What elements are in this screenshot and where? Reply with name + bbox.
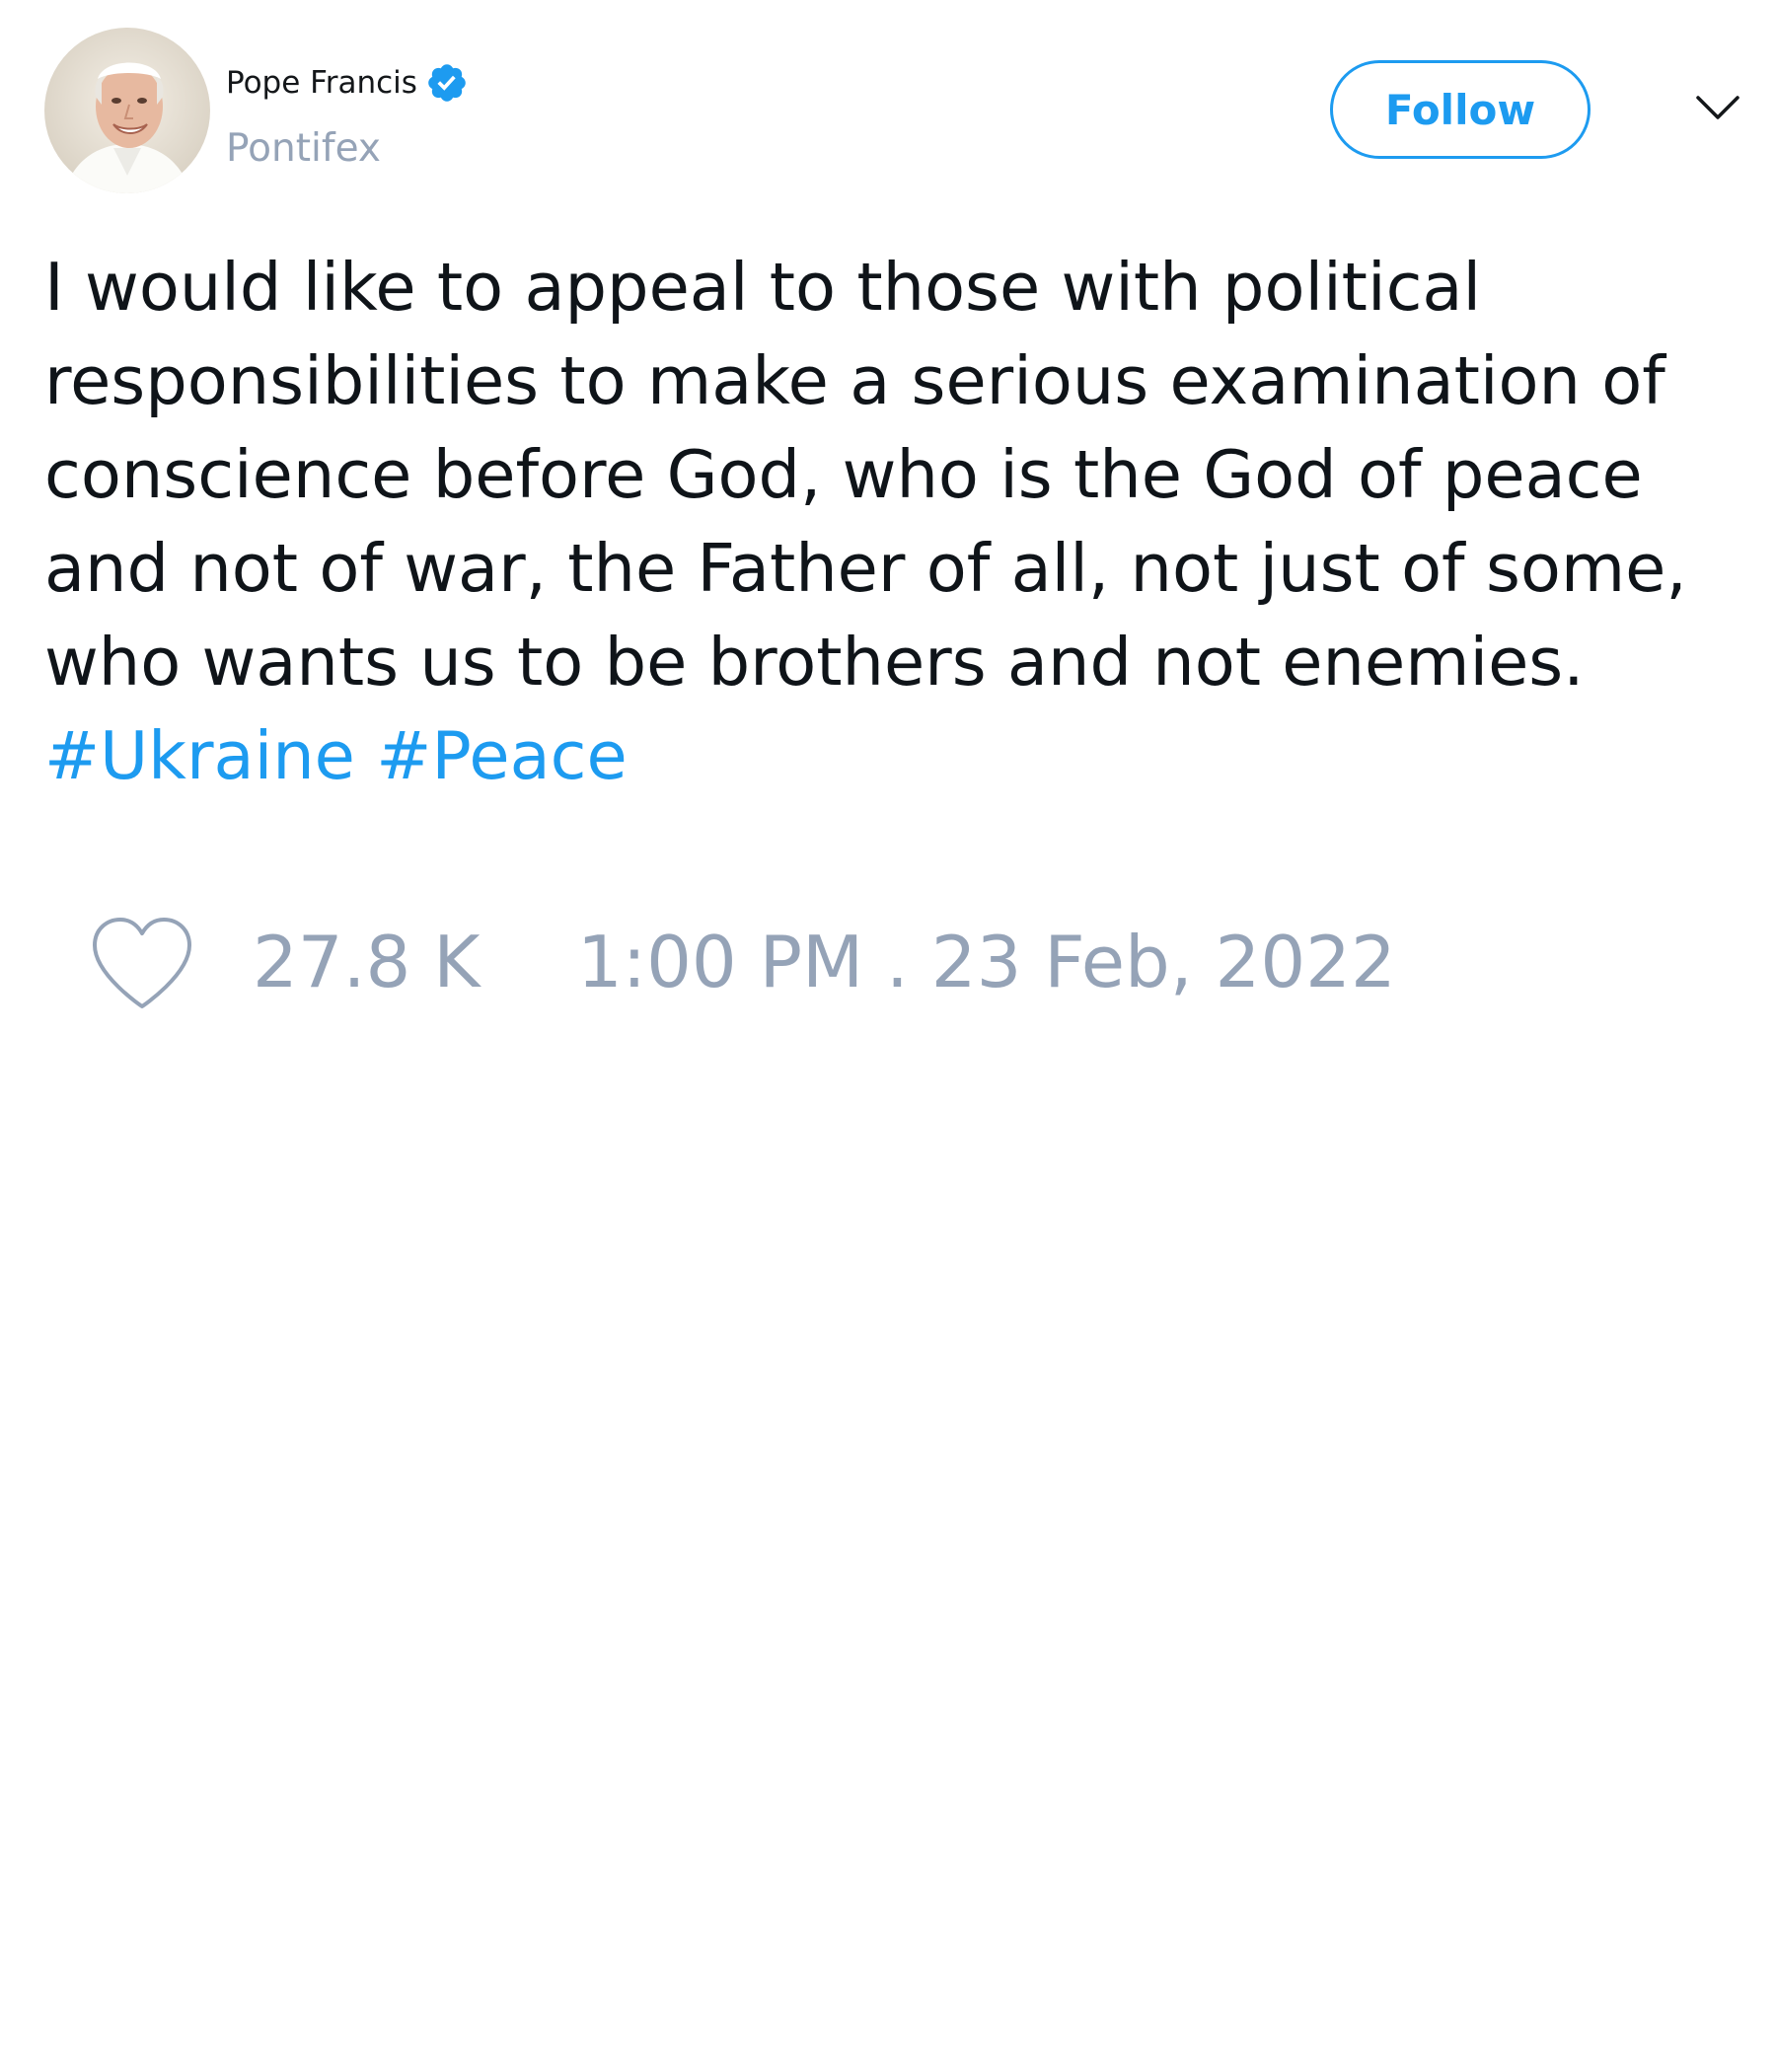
author-handle[interactable]: Pontifex xyxy=(226,126,381,171)
avatar-photo-icon xyxy=(44,28,210,193)
like-count: 27.8 K xyxy=(253,921,481,1003)
tweet-card: Pope Francis Pontifex Follow I would lik… xyxy=(0,0,1776,2072)
chevron-down-icon[interactable] xyxy=(1695,92,1740,125)
verified-badge-icon xyxy=(425,61,469,105)
tweet-text-line: and not of war, the Father of all, not j… xyxy=(44,530,1687,607)
hashtag-peace[interactable]: #Peace xyxy=(376,717,628,794)
tweet-text-line: I would like to appeal to those with pol… xyxy=(44,249,1482,326)
tweet-text-line: responsibilities to make a serious exami… xyxy=(44,342,1665,419)
author-name-row: Pope Francis xyxy=(226,61,469,105)
tweet-timestamp[interactable]: 1:00 PM . 23 Feb, 2022 xyxy=(577,918,1396,1006)
avatar[interactable] xyxy=(44,28,210,193)
tweet-text: I would like to appeal to those with pol… xyxy=(44,241,1761,803)
hashtag-row: #Ukraine #Peace xyxy=(44,709,1761,803)
tweet-text-line: conscience before God, who is the God of… xyxy=(44,436,1643,513)
tweet-text-line: who wants us to be brothers and not enem… xyxy=(44,624,1585,701)
hashtag-ukraine[interactable]: #Ukraine xyxy=(44,717,355,794)
author-display-name[interactable]: Pope Francis xyxy=(226,65,417,101)
follow-button[interactable]: Follow xyxy=(1330,60,1591,159)
heart-icon[interactable] xyxy=(89,916,195,1012)
